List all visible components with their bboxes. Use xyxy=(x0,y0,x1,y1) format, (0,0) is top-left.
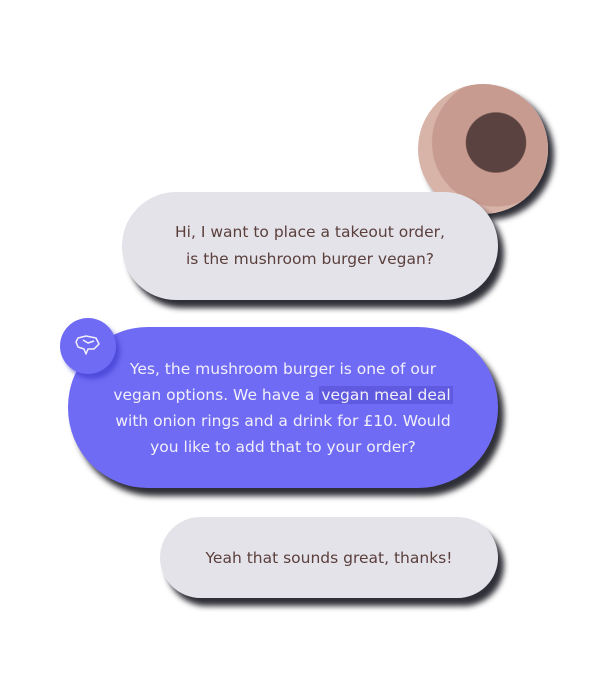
chat-bubble-icon xyxy=(75,335,100,355)
message-line: is the mushroom burger vegan? xyxy=(185,250,435,268)
message-text: Yeah that sounds great, thanks! xyxy=(205,548,453,567)
user-message-bubble: Hi, I want to place a takeout order, is t… xyxy=(122,192,498,300)
highlighted-text: vegan meal deal xyxy=(319,385,453,404)
bot-message-bubble: Yes, the mushroom burger is one of our v… xyxy=(68,327,498,488)
bot-avatar xyxy=(60,318,116,374)
message-text-part: with onion rings and a drink for £10. Wo… xyxy=(115,411,451,456)
message-text: Hi, I want to place a takeout order, is t… xyxy=(175,219,445,273)
message-line: Hi, I want to place a takeout order, xyxy=(175,223,445,241)
user-message-bubble: Yeah that sounds great, thanks! xyxy=(160,517,498,598)
message-text: Yes, the mushroom burger is one of our v… xyxy=(111,356,456,460)
